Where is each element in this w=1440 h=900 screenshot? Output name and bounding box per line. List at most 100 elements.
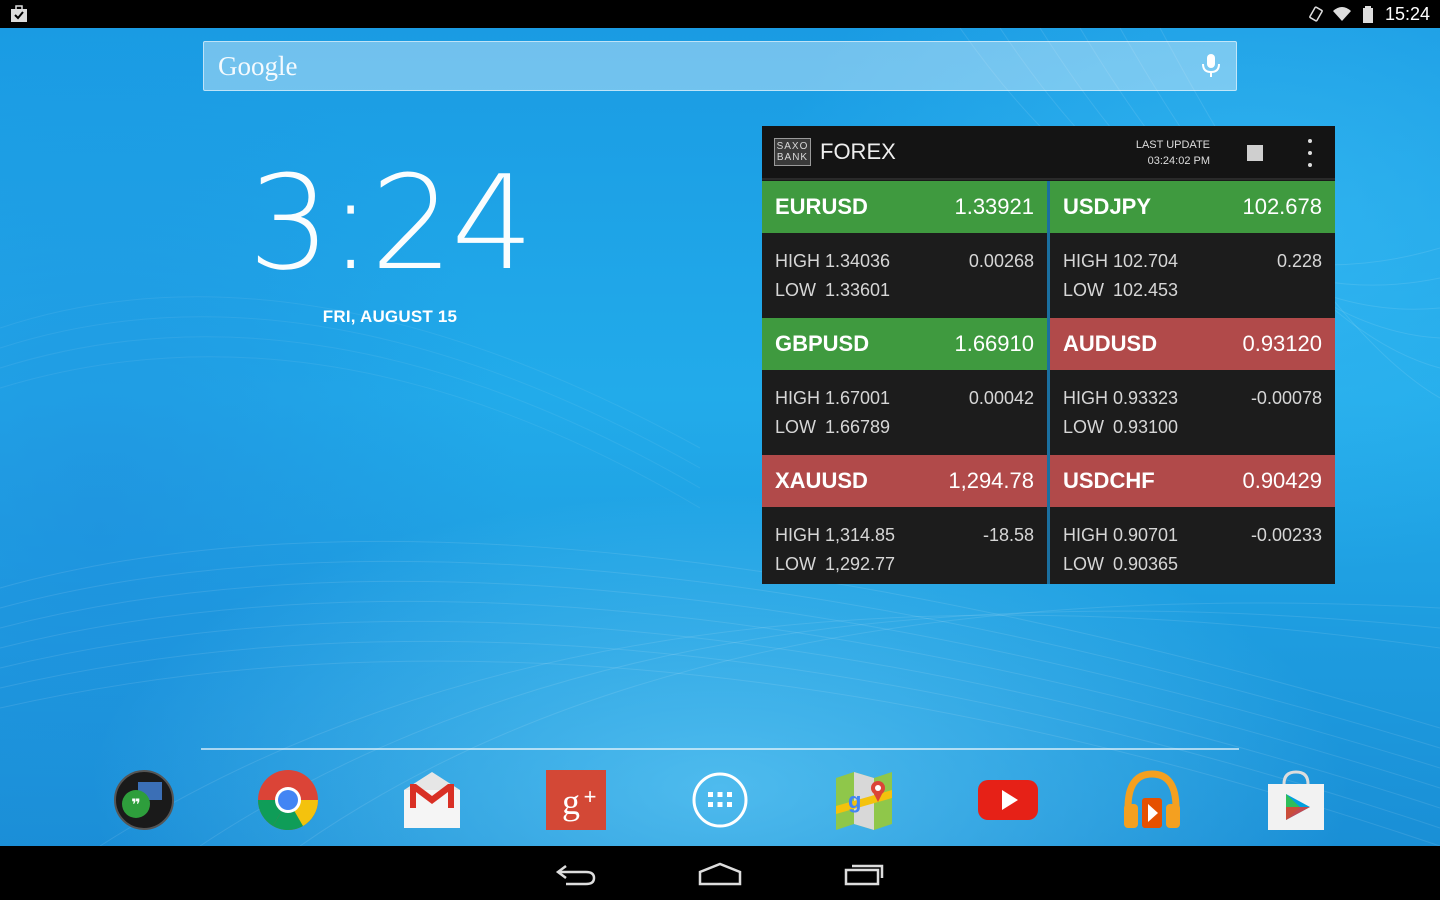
wifi-icon <box>1332 7 1351 21</box>
pair-price: 0.90429 <box>1242 468 1322 493</box>
pair-header: XAUUSD 1,294.78 <box>762 455 1047 507</box>
microphone-icon[interactable] <box>1200 53 1222 79</box>
high-value: 0.90701 <box>1113 525 1179 545</box>
google-search-bar[interactable]: Google <box>203 41 1237 91</box>
clock-date: FRI, AUGUST 15 <box>322 307 458 326</box>
high-label: HIGH <box>1063 251 1108 271</box>
pair-header: AUDUSD 0.93120 <box>1050 318 1335 370</box>
forex-header: SAXO BANK FOREX LAST UPDATE 03:24:02 PM <box>762 126 1335 180</box>
high-row: HIGH 0.93323 -0.00078 <box>1063 384 1322 413</box>
grid-divider <box>1047 181 1050 584</box>
app-drawer-icon[interactable] <box>688 768 752 832</box>
pair-header: EURUSD 1.33921 <box>762 181 1047 233</box>
low-label: LOW <box>1063 417 1105 437</box>
gmail-icon[interactable] <box>400 768 464 832</box>
high-row: HIGH 1,314.85 -18.58 <box>775 521 1034 550</box>
high-row: HIGH 102.704 0.228 <box>1063 247 1322 276</box>
svg-text:❞: ❞ <box>131 795 140 814</box>
svg-text:g: g <box>562 782 580 822</box>
low-value: 1,292.77 <box>825 554 896 574</box>
pair-symbol: GBPUSD <box>775 331 870 356</box>
low-value: 1.66789 <box>825 417 891 437</box>
high-label: HIGH <box>1063 388 1108 408</box>
svg-text:+: + <box>584 784 597 809</box>
high-row: HIGH 0.90701 -0.00233 <box>1063 521 1322 550</box>
high-label: HIGH <box>775 251 820 271</box>
svg-text:g: g <box>848 788 861 813</box>
chrome-icon[interactable] <box>256 768 320 832</box>
pair-tile-eurusd[interactable]: EURUSD 1.33921 HIGH 1.34036 0.00268 LOW 1.3360… <box>762 181 1047 318</box>
pair-details: HIGH 102.704 0.228 LOW 102.453 <box>1050 233 1335 318</box>
google-plus-icon[interactable]: g + <box>544 768 608 832</box>
high-label: HIGH <box>775 525 820 545</box>
pair-details: HIGH 1.34036 0.00268 LOW 1.33601 <box>762 233 1047 318</box>
change-value: 0.00042 <box>968 388 1034 408</box>
navigation-bar <box>0 846 1440 900</box>
low-row: LOW 1.33601 <box>775 276 1034 305</box>
high-value: 1.34036 <box>825 251 891 271</box>
rotation-icon <box>1309 6 1323 22</box>
forex-title: FOREX <box>820 139 896 164</box>
pair-tile-usdchf[interactable]: USDCHF 0.90429 HIGH 0.90701 -0.00233 LOW 0.903… <box>1050 455 1335 584</box>
pair-tile-xauusd[interactable]: XAUUSD 1,294.78 HIGH 1,314.85 -18.58 LOW 1,292… <box>762 455 1047 584</box>
status-bar: 15:24 <box>0 0 1440 28</box>
pair-tile-usdjpy[interactable]: USDJPY 102.678 HIGH 102.704 0.228 LOW 102.453 <box>1050 181 1335 318</box>
pair-tile-gbpusd[interactable]: GBPUSD 1.66910 HIGH 1.67001 0.00042 LOW 1.6678… <box>762 318 1047 455</box>
home-icon[interactable] <box>696 860 744 888</box>
low-row: LOW 1.66789 <box>775 413 1034 442</box>
low-value: 0.93100 <box>1113 417 1179 437</box>
pair-symbol: AUDUSD <box>1063 331 1158 356</box>
high-row: HIGH 1.67001 0.00042 <box>775 384 1034 413</box>
play-store-icon[interactable] <box>1264 768 1328 832</box>
low-label: LOW <box>775 417 817 437</box>
play-music-icon[interactable] <box>1120 768 1184 832</box>
saxo-bank-logo: SAXO BANK <box>774 138 811 166</box>
last-update: LAST UPDATE 03:24:02 PM <box>1135 139 1210 167</box>
change-value: -18.58 <box>982 525 1034 545</box>
pair-details: HIGH 1.67001 0.00042 LOW 1.66789 <box>762 370 1047 455</box>
low-row: LOW 1,292.77 <box>775 550 1034 579</box>
high-value: 1.67001 <box>825 388 891 408</box>
change-value: -0.00078 <box>1250 388 1322 408</box>
clock-time[interactable]: 3:24 <box>240 148 540 298</box>
high-value: 102.704 <box>1113 251 1179 271</box>
overflow-menu-icon[interactable] <box>1307 139 1313 167</box>
pair-price: 1.66910 <box>954 331 1034 356</box>
pair-price: 1.33921 <box>954 194 1034 219</box>
low-value: 0.90365 <box>1113 554 1179 574</box>
maps-icon[interactable]: g <box>832 768 896 832</box>
battery-icon <box>1362 6 1373 23</box>
pair-details: HIGH 1,314.85 -18.58 LOW 1,292.77 <box>762 507 1047 584</box>
pair-symbol: USDCHF <box>1063 468 1155 493</box>
pair-header: USDCHF 0.90429 <box>1050 455 1335 507</box>
pair-tile-audusd[interactable]: AUDUSD 0.93120 HIGH 0.93323 -0.00078 LOW 0.931… <box>1050 318 1335 455</box>
status-time: 15:24 <box>1384 3 1430 24</box>
pair-price: 0.93120 <box>1242 331 1322 356</box>
recents-icon[interactable] <box>840 860 888 888</box>
change-value: 0.228 <box>1276 251 1322 271</box>
pair-price: 1,294.78 <box>948 468 1034 493</box>
low-label: LOW <box>1063 554 1105 574</box>
high-value: 0.93323 <box>1113 388 1179 408</box>
high-label: HIGH <box>775 388 820 408</box>
change-value: 0.00268 <box>968 251 1034 271</box>
dock: ❞ g + g <box>0 760 1440 840</box>
low-value: 1.33601 <box>825 280 891 300</box>
change-value: -0.00233 <box>1250 525 1322 545</box>
high-value: 1,314.85 <box>825 525 896 545</box>
pair-header: USDJPY 102.678 <box>1050 181 1335 233</box>
low-label: LOW <box>1063 280 1105 300</box>
low-label: LOW <box>775 554 817 574</box>
notification-check-icon[interactable] <box>10 5 28 23</box>
forex-widget[interactable]: SAXO BANK FOREX LAST UPDATE 03:24:02 PM … <box>762 126 1335 584</box>
low-label: LOW <box>775 280 817 300</box>
dock-divider <box>201 748 1239 750</box>
google-logo: Google <box>218 50 298 81</box>
stop-icon[interactable] <box>1247 145 1263 161</box>
low-row: LOW 0.93100 <box>1063 413 1322 442</box>
back-icon[interactable] <box>552 860 600 888</box>
pair-symbol: USDJPY <box>1063 194 1152 219</box>
hangouts-icon[interactable]: ❞ <box>112 768 176 832</box>
youtube-icon[interactable] <box>976 768 1040 832</box>
pair-details: HIGH 0.90701 -0.00233 LOW 0.90365 <box>1050 507 1335 584</box>
